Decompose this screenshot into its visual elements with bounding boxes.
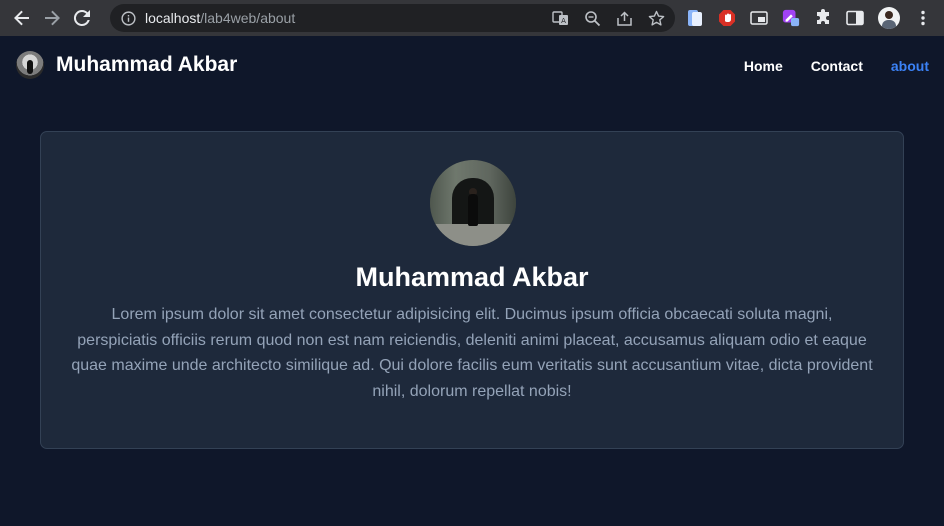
nav-link-home[interactable]: Home (744, 58, 783, 74)
nav-link-about[interactable]: about (891, 58, 929, 74)
browser-toolbar: localhost/lab4web/about A (0, 0, 944, 36)
brand-avatar (16, 51, 44, 79)
zoom-icon[interactable] (584, 10, 601, 27)
profile-description: Lorem ipsum dolor sit amet consectetur a… (71, 306, 873, 400)
kebab-menu-icon[interactable] (914, 9, 932, 27)
extensions-puzzle-icon[interactable] (814, 9, 832, 27)
translate-icon[interactable]: A (552, 10, 569, 27)
url-text: localhost/lab4web/about (145, 10, 295, 26)
svg-text:A: A (561, 17, 566, 25)
profile-photo (430, 160, 516, 246)
address-bar[interactable]: localhost/lab4web/about A (110, 4, 675, 32)
url-path: /lab4web/about (200, 10, 296, 26)
side-panel-icon[interactable] (846, 9, 864, 27)
url-host: localhost (145, 10, 201, 26)
forward-arrow-icon[interactable] (39, 5, 65, 31)
extension-adblock-icon[interactable] (718, 9, 736, 27)
nav-link-contact[interactable]: Contact (811, 58, 863, 74)
brand-name: Muhammad Akbar (56, 53, 238, 76)
site-navbar: Muhammad Akbar Home Contact about (0, 36, 944, 96)
main-menu: Home Contact about (744, 58, 929, 74)
extension-color-picker-icon[interactable] (782, 9, 800, 27)
bookmark-star-icon[interactable] (648, 10, 665, 27)
extension-pip-icon[interactable] (750, 9, 768, 27)
profile-card: Muhammad Akbar Lorem ipsum dolor sit ame… (40, 131, 904, 449)
extension-docs-icon[interactable] (686, 9, 704, 27)
profile-name: Muhammad Akbar (355, 262, 589, 292)
reload-icon[interactable] (69, 5, 95, 31)
info-icon[interactable] (120, 10, 136, 26)
brand[interactable]: Muhammad Akbar (16, 51, 237, 79)
back-arrow-icon[interactable] (9, 5, 35, 31)
share-icon[interactable] (616, 10, 633, 27)
profile-avatar[interactable] (878, 7, 900, 29)
